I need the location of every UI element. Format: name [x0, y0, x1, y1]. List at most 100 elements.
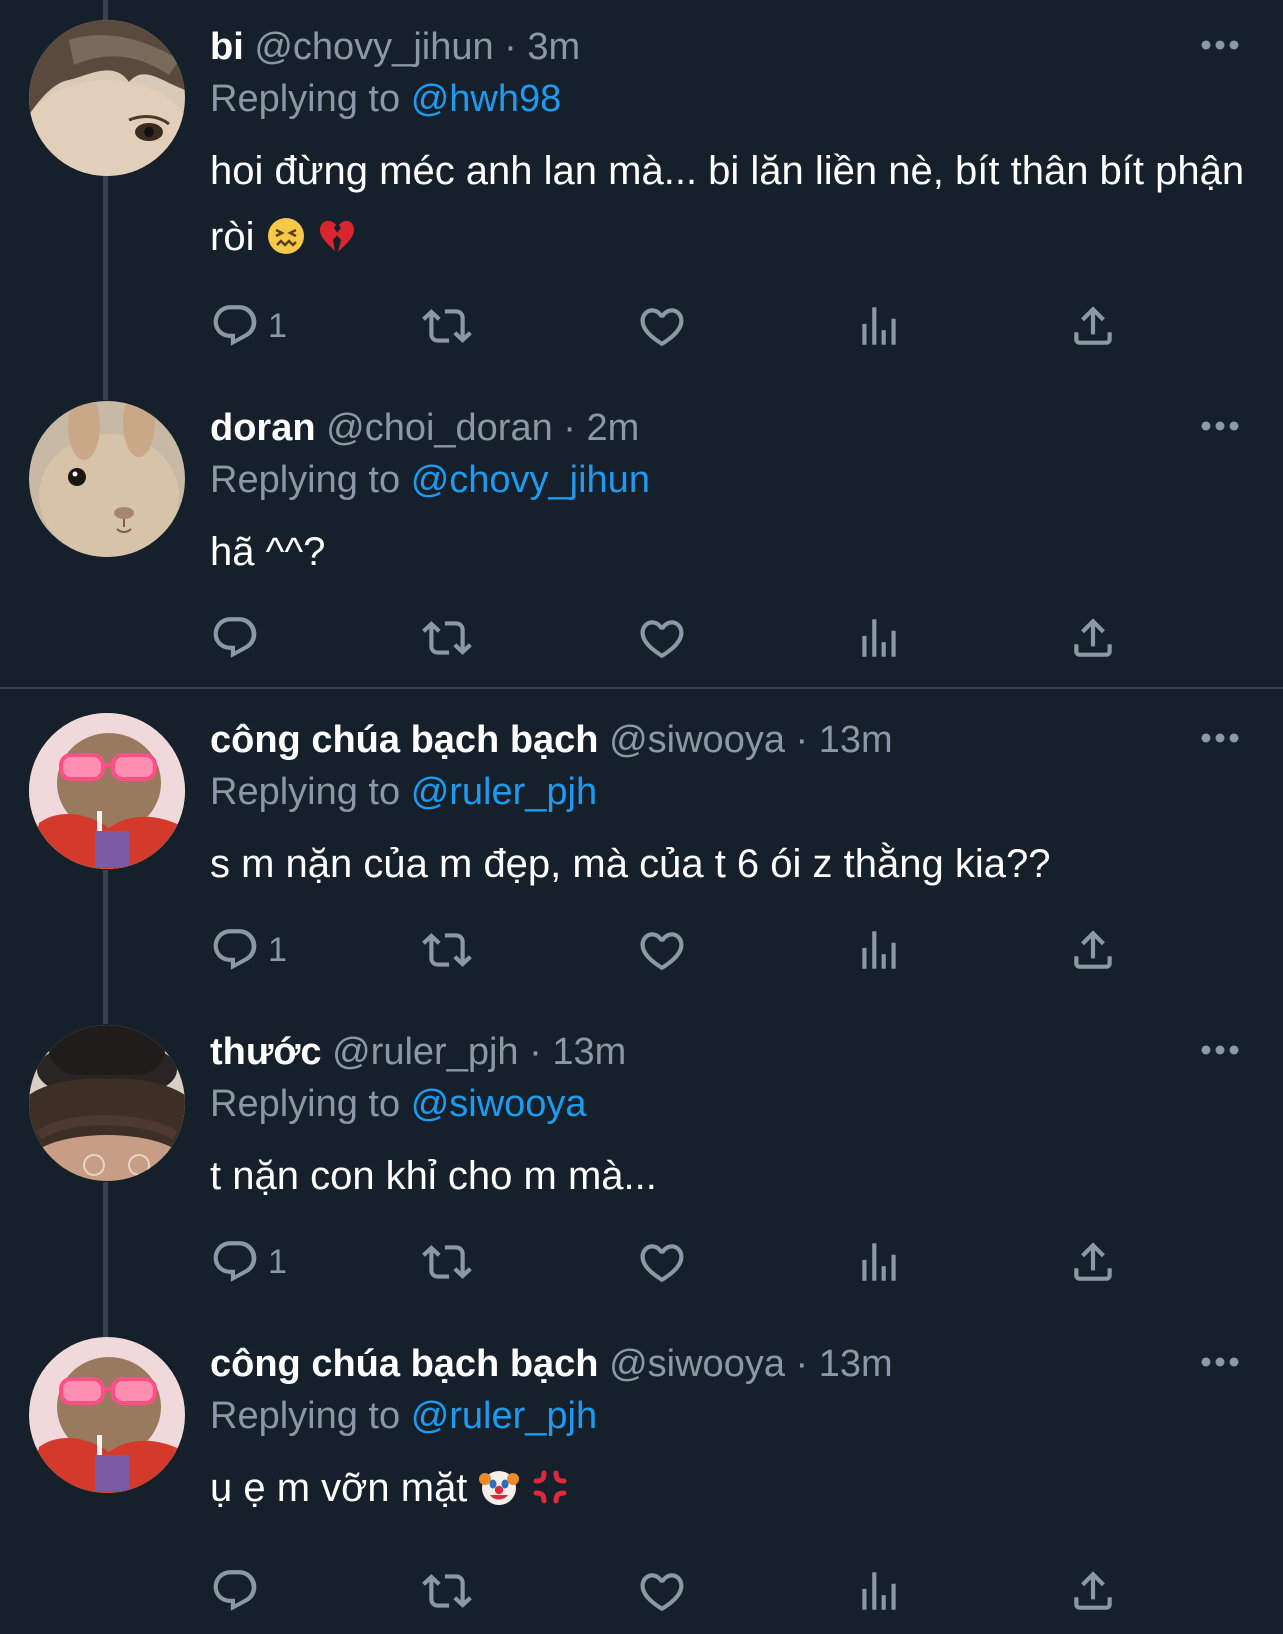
avatar[interactable] — [29, 1025, 185, 1181]
reply-count: 1 — [268, 306, 287, 345]
reply-count: 1 — [268, 930, 287, 969]
display-name[interactable]: công chúa bạch bạch — [210, 1343, 599, 1385]
retweet-button[interactable] — [422, 608, 472, 668]
user-handle[interactable]: @choi_doran — [326, 407, 553, 449]
retweet-button[interactable] — [422, 920, 472, 980]
timestamp[interactable]: 13m — [819, 719, 893, 761]
avatar[interactable] — [29, 401, 185, 557]
tweet-text: ụ ẹ m vỡn mặt — [210, 1455, 1250, 1527]
reply-button[interactable]: 1 — [210, 1232, 287, 1292]
separator: · — [795, 719, 809, 761]
tweet-text: hoi đừng méc anh lan mà... bi lăn liền n… — [210, 138, 1250, 276]
mention-link[interactable]: @chovy_jihun — [411, 459, 650, 501]
like-button[interactable] — [637, 1232, 687, 1292]
reply-button[interactable] — [210, 608, 268, 668]
views-icon — [854, 1566, 904, 1616]
clown-face-emoji — [478, 1461, 519, 1527]
reply-button[interactable] — [210, 1561, 268, 1621]
user-handle[interactable]: @siwooya — [609, 1343, 785, 1385]
share-icon — [1068, 1237, 1118, 1287]
more-options-button[interactable] — [1200, 419, 1240, 431]
share-button[interactable] — [1068, 296, 1118, 356]
separator: · — [795, 1343, 809, 1385]
views-icon — [854, 1237, 904, 1287]
retweet-icon — [422, 1237, 472, 1287]
tweet-header: công chúa bạch bạch @siwooya · 13m — [210, 1341, 893, 1387]
tweet-text-content: s m nặn của m đẹp, mà của t 6 ói z thằng… — [210, 842, 1051, 886]
views-button[interactable] — [854, 608, 904, 668]
display-name[interactable]: công chúa bạch bạch — [210, 719, 599, 761]
reply-button[interactable]: 1 — [210, 920, 287, 980]
tweet[interactable]: doran @choi_doran · 2m Replying to @chov… — [0, 381, 1283, 687]
display-name[interactable]: thước — [210, 1031, 322, 1073]
share-button[interactable] — [1068, 1232, 1118, 1292]
more-options-button[interactable] — [1200, 731, 1240, 743]
tweet-actions: 1 — [210, 1232, 1250, 1292]
separator: · — [504, 26, 517, 68]
display-name[interactable]: doran — [210, 407, 316, 449]
replying-to: Replying to @ruler_pjh — [210, 769, 597, 815]
replying-to-label: Replying to — [210, 459, 401, 501]
confounded-face-emoji — [266, 210, 306, 276]
views-button[interactable] — [854, 920, 904, 980]
mention-link[interactable]: @hwh98 — [411, 78, 562, 120]
timestamp[interactable]: 13m — [819, 1343, 893, 1385]
like-button[interactable] — [637, 296, 687, 356]
replying-to-label: Replying to — [210, 78, 401, 120]
separator: · — [563, 407, 576, 449]
tweet-actions — [210, 608, 1250, 668]
heart-icon — [637, 1237, 687, 1287]
more-options-button[interactable] — [1200, 1355, 1240, 1367]
share-icon — [1068, 1566, 1118, 1616]
avatar[interactable] — [29, 713, 185, 869]
reply-button[interactable]: 1 — [210, 296, 287, 356]
timestamp[interactable]: 2m — [587, 407, 640, 449]
more-icon — [1201, 1357, 1239, 1367]
views-button[interactable] — [854, 1561, 904, 1621]
tweet-text-content: hoi đừng méc anh lan mà... bi lăn liền n… — [210, 149, 1245, 259]
retweet-icon — [422, 301, 472, 351]
avatar[interactable] — [29, 20, 185, 176]
timestamp[interactable]: 3m — [527, 26, 580, 68]
tweet-text-content: ụ ẹ m vỡn mặt — [210, 1466, 468, 1510]
tweet-text-content: hã ^^? — [210, 530, 326, 574]
share-button[interactable] — [1068, 608, 1118, 668]
display-name[interactable]: bi — [210, 26, 244, 68]
avatar[interactable] — [29, 1337, 185, 1493]
broken-heart-emoji — [317, 210, 357, 276]
views-button[interactable] — [854, 296, 904, 356]
heart-icon — [637, 301, 687, 351]
like-button[interactable] — [637, 608, 687, 668]
heart-icon — [637, 925, 687, 975]
tweet[interactable]: bi @chovy_jihun · 3m Replying to @hwh98 … — [0, 0, 1283, 375]
user-handle[interactable]: @ruler_pjh — [332, 1031, 518, 1073]
mention-link[interactable]: @ruler_pjh — [411, 1395, 597, 1437]
retweet-button[interactable] — [422, 1232, 472, 1292]
heart-icon — [637, 613, 687, 663]
user-handle[interactable]: @siwooya — [609, 719, 785, 761]
user-handle[interactable]: @chovy_jihun — [254, 26, 493, 68]
tweet-text: hã ^^? — [210, 519, 1250, 585]
share-icon — [1068, 925, 1118, 975]
more-options-button[interactable] — [1200, 38, 1240, 50]
like-button[interactable] — [637, 1561, 687, 1621]
like-button[interactable] — [637, 920, 687, 980]
views-button[interactable] — [854, 1232, 904, 1292]
tweet[interactable]: thước @ruler_pjh · 13m Replying to @siwo… — [0, 1005, 1283, 1311]
retweet-button[interactable] — [422, 1561, 472, 1621]
tweet-header: công chúa bạch bạch @siwooya · 13m — [210, 717, 893, 763]
replying-to: Replying to @siwooya — [210, 1081, 587, 1127]
timestamp[interactable]: 13m — [552, 1031, 626, 1073]
mention-link[interactable]: @ruler_pjh — [411, 771, 597, 813]
reply-icon — [210, 613, 260, 663]
share-button[interactable] — [1068, 920, 1118, 980]
retweet-button[interactable] — [422, 296, 472, 356]
mention-link[interactable]: @siwooya — [411, 1083, 587, 1125]
share-button[interactable] — [1068, 1561, 1118, 1621]
more-options-button[interactable] — [1200, 1043, 1240, 1055]
reply-icon — [210, 1566, 260, 1616]
reply-icon — [210, 925, 260, 975]
tweet[interactable]: công chúa bạch bạch @siwooya · 13m Reply… — [0, 1317, 1283, 1634]
retweet-icon — [422, 925, 472, 975]
tweet[interactable]: công chúa bạch bạch @siwooya · 13m Reply… — [0, 693, 1283, 999]
